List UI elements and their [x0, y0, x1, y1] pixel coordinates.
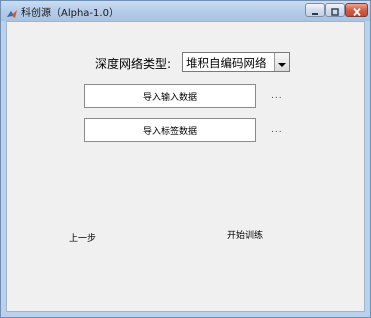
maximize-icon — [330, 1, 340, 20]
network-type-select[interactable]: 堆积自编码网络 — [182, 52, 290, 72]
minimize-icon — [310, 1, 320, 20]
window-title: 科创源（Alpha-1.0） — [21, 8, 119, 19]
input-path-text: ... — [271, 91, 283, 101]
minimize-button[interactable] — [305, 3, 325, 17]
title-bar[interactable]: 科创源（Alpha-1.0） — [1, 1, 370, 21]
dropdown-arrow-button[interactable] — [274, 53, 289, 71]
import-input-button[interactable]: 导入输入数据 — [84, 84, 256, 108]
network-type-label: 深度网络类型: — [95, 57, 172, 71]
label-path-text: ... — [271, 125, 283, 135]
close-button[interactable] — [345, 3, 368, 17]
prev-step-button[interactable]: 上一步 — [69, 231, 96, 244]
app-window: 科创源（Alpha-1.0） 深度网络类型: 堆积自编码网络 导入输入数据 ..… — [0, 0, 371, 318]
chevron-down-icon — [278, 53, 286, 72]
matlab-icon — [6, 5, 18, 18]
import-label-button[interactable]: 导入标签数据 — [84, 118, 256, 142]
maximize-button[interactable] — [325, 3, 345, 17]
client-area: 深度网络类型: 堆积自编码网络 导入输入数据 ... 导入标签数据 ... 上一… — [6, 21, 365, 312]
start-training-button[interactable]: 开始训练 — [227, 228, 263, 241]
network-type-value: 堆积自编码网络 — [186, 56, 267, 70]
close-icon — [352, 1, 362, 20]
